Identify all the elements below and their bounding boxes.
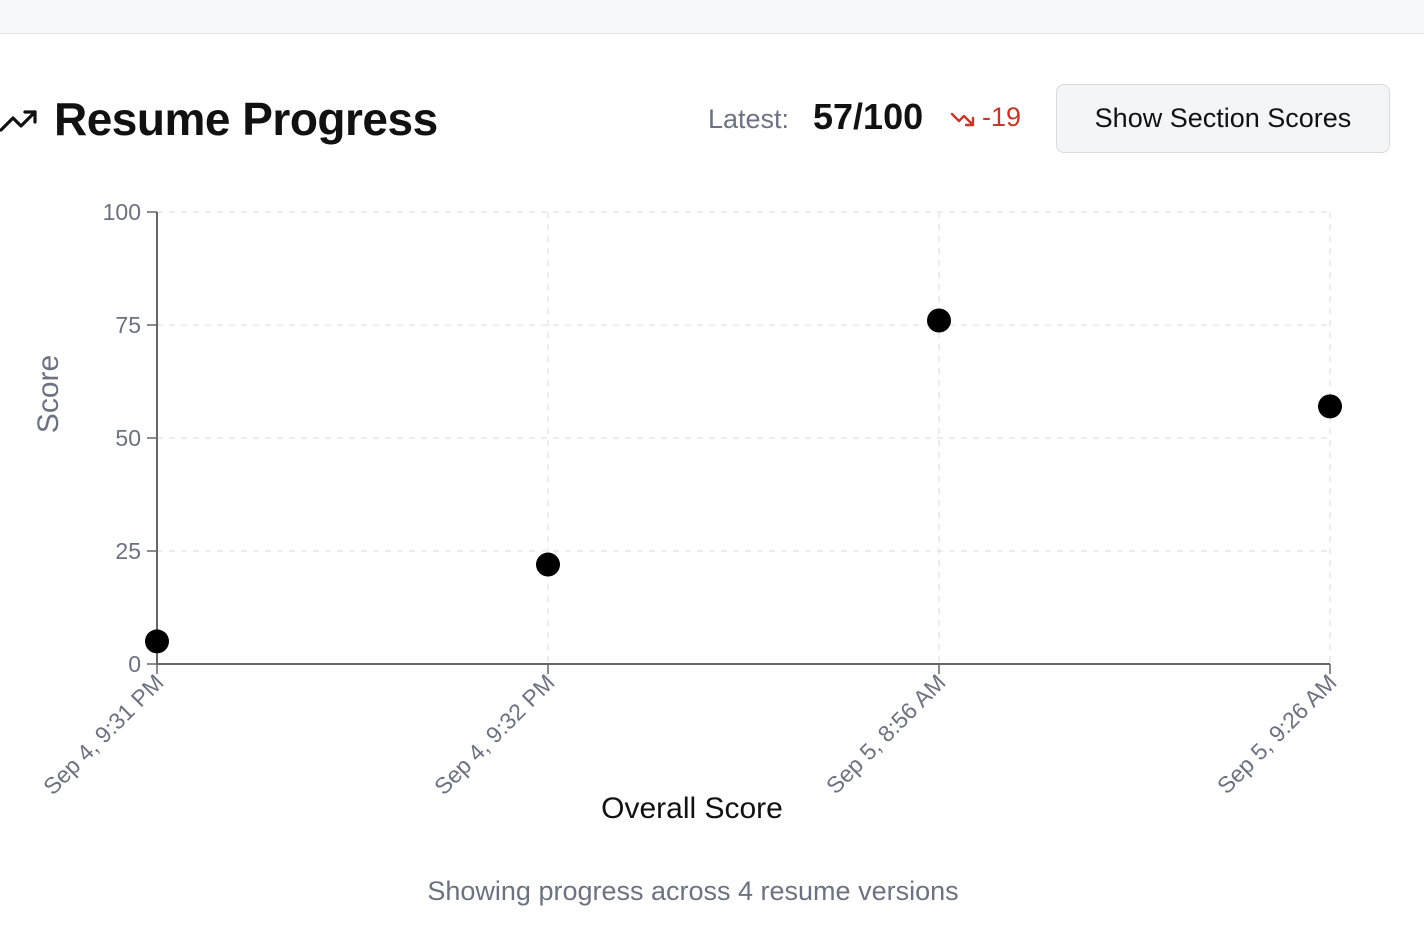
data-point[interactable] — [927, 308, 951, 333]
chart-axes: 0 25 50 75 100 Sep 4, 9:31 PM Sep 4, 9:32 PM Se… — [38, 199, 1341, 800]
y-tick-label: 0 — [128, 651, 141, 677]
data-point[interactable] — [1318, 394, 1342, 419]
y-tick-label: 50 — [115, 425, 141, 451]
x-tick-label: Sep 5, 8:56 AM — [821, 669, 951, 799]
latest-score: 57/100 — [813, 96, 924, 137]
chart-header: Resume Progress Latest: 57/100 -19 Show … — [0, 84, 1424, 154]
page-title: Resume Progress — [54, 93, 438, 145]
x-tick-label: Sep 4, 9:31 PM — [38, 669, 168, 799]
y-axis-label: Score — [32, 355, 65, 433]
x-tick-label: Sep 5, 9:26 AM — [1212, 669, 1342, 799]
score-delta: -19 — [982, 102, 1022, 132]
chart-points — [145, 308, 1342, 654]
x-tick-label: Sep 4, 9:32 PM — [429, 669, 559, 799]
score-chart: 0 25 50 75 100 Sep 4, 9:31 PM Sep 4, 9:32 PM Se… — [32, 199, 1342, 825]
x-axis-label: Overall Score — [601, 792, 783, 825]
show-section-scores-button[interactable]: Show Section Scores — [1056, 84, 1390, 153]
trending-down-icon — [950, 112, 975, 127]
y-tick-label: 25 — [115, 538, 141, 564]
chart-grid — [157, 211, 1331, 664]
y-tick-label: 100 — [103, 199, 141, 225]
y-tick-label: 75 — [115, 312, 141, 338]
top-bar — [0, 0, 1424, 34]
trending-up-icon — [0, 110, 37, 132]
latest-label: Latest: — [708, 104, 790, 134]
chart-summary: Showing progress across 4 resume version… — [427, 876, 959, 906]
data-point[interactable] — [145, 629, 169, 654]
data-point[interactable] — [536, 552, 560, 577]
